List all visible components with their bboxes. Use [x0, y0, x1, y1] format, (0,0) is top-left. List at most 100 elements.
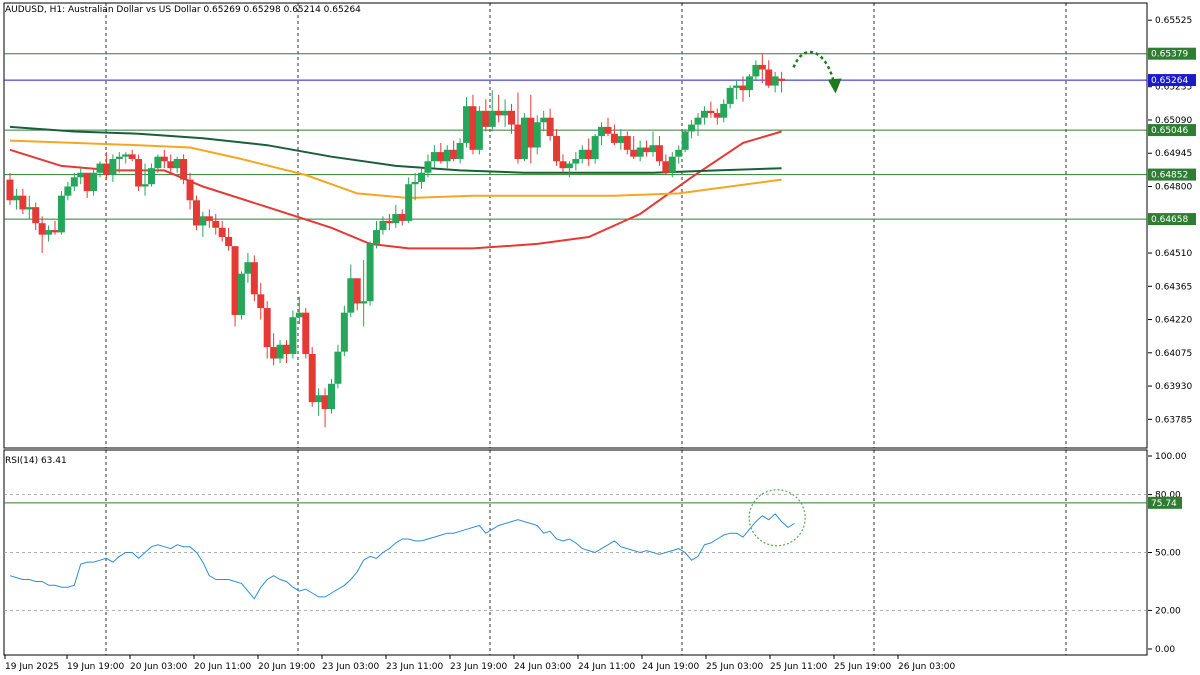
candle-body [154, 156, 162, 169]
candle-body [250, 262, 258, 295]
candle-body [225, 236, 233, 247]
x-tick-label: 19 Jun 19:00 [67, 662, 124, 672]
price-tick-label: 0.64075 [1155, 349, 1192, 359]
candle-body [128, 154, 136, 159]
candle-body [192, 200, 200, 226]
candle-body [469, 106, 477, 150]
candle-body [102, 163, 110, 176]
candle-body [38, 223, 46, 235]
candle-body [443, 149, 451, 162]
candle-body [514, 124, 522, 159]
x-tick-label: 24 Jun 11:00 [578, 662, 635, 672]
candle-body [173, 158, 181, 169]
moving-average-line [9, 130, 782, 250]
candle-body [418, 172, 426, 182]
candle-body [218, 227, 226, 237]
candle-body [12, 195, 20, 201]
candle-body [51, 230, 59, 233]
candle-body [610, 133, 618, 143]
candle-body [630, 149, 638, 157]
price-panel-frame [3, 2, 1148, 449]
candle-body [463, 106, 471, 143]
candle-body [244, 262, 252, 274]
price-tick-label: 0.64800 [1155, 183, 1192, 193]
candle-body [688, 124, 696, 132]
candle-body [778, 78, 786, 81]
x-tick-label: 24 Jun 03:00 [514, 662, 571, 672]
candle-body [366, 243, 374, 302]
candle-body [553, 136, 561, 162]
rsi-marker-label: 75.74 [1151, 499, 1177, 509]
candle-body [109, 158, 117, 176]
candle-body [45, 230, 53, 235]
candle-body [57, 195, 65, 233]
candle-body [681, 131, 689, 150]
candle-body [270, 347, 278, 359]
candle-body [6, 179, 14, 201]
x-tick-label: 23 Jun 19:00 [450, 662, 507, 672]
candle-body [726, 87, 734, 104]
candle-body [488, 110, 496, 127]
rsi-label: RSI(14) 63.41 [5, 456, 67, 466]
candle-body [199, 216, 207, 226]
x-tick-label: 19 Jun 2025 [5, 662, 59, 672]
candle-body [340, 312, 348, 352]
x-tick-label: 20 Jun 03:00 [130, 662, 187, 672]
candle-body [122, 154, 130, 157]
candle-body [450, 149, 458, 159]
candle-body [533, 122, 541, 148]
candle-body [19, 195, 27, 210]
candle-body [643, 147, 651, 153]
candle-body [180, 158, 188, 180]
candle-body [520, 117, 528, 159]
candle-body [289, 317, 297, 354]
candle-body [720, 103, 728, 118]
candle-body [64, 186, 72, 196]
price-tick-label: 0.64945 [1155, 149, 1192, 159]
candle-body [231, 246, 239, 315]
candle-body [694, 117, 702, 125]
candle-body [115, 156, 123, 159]
bearish-arrow-head [827, 78, 842, 94]
candle-body [475, 110, 483, 150]
level-price-label: 0.64658 [1151, 215, 1188, 225]
candle-body [604, 126, 612, 134]
candle-body [739, 85, 747, 91]
candle-body [135, 158, 143, 187]
candle-body [295, 312, 303, 318]
candle-body [373, 230, 381, 244]
candle-body [565, 163, 573, 169]
price-tick-label: 0.64510 [1155, 249, 1192, 259]
x-tick-label: 24 Jun 19:00 [642, 662, 699, 672]
candle-body [424, 161, 432, 173]
candle-body [385, 220, 393, 224]
x-tick-label: 26 Jun 03:00 [898, 662, 955, 672]
candle-body [282, 344, 290, 354]
candle-body [328, 383, 335, 410]
candle-body [334, 351, 342, 384]
candle-body [662, 161, 670, 173]
candle-body [617, 136, 625, 143]
candle-body [90, 172, 98, 192]
candle-body [315, 395, 323, 403]
candle-body [167, 161, 175, 169]
candle-body [655, 145, 663, 162]
rsi-highlight-circle [748, 489, 806, 547]
price-panel: 0.655250.652350.650900.649450.648000.645… [3, 2, 1196, 449]
candle-body [379, 220, 387, 231]
candle-body [405, 184, 413, 221]
candle-body [321, 395, 329, 410]
candle-body [147, 168, 155, 185]
candle-body [77, 172, 85, 178]
candle-body [733, 85, 741, 88]
rsi-tick-label: 0.00 [1155, 645, 1175, 655]
candle-body [456, 142, 464, 159]
x-axis: 19 Jun 2025 19 Jun 19:00 20 Jun 03:00 20 Ju… [4, 655, 955, 672]
candle-body [591, 136, 599, 159]
x-tick-label: 20 Jun 11:00 [194, 662, 251, 672]
candle-body [495, 110, 503, 116]
candle-body [212, 220, 220, 228]
candle-body [25, 207, 33, 210]
candle-body [598, 126, 606, 137]
chart-header: AUDUSD, H1: Australian Dollar vs US Doll… [5, 5, 361, 15]
